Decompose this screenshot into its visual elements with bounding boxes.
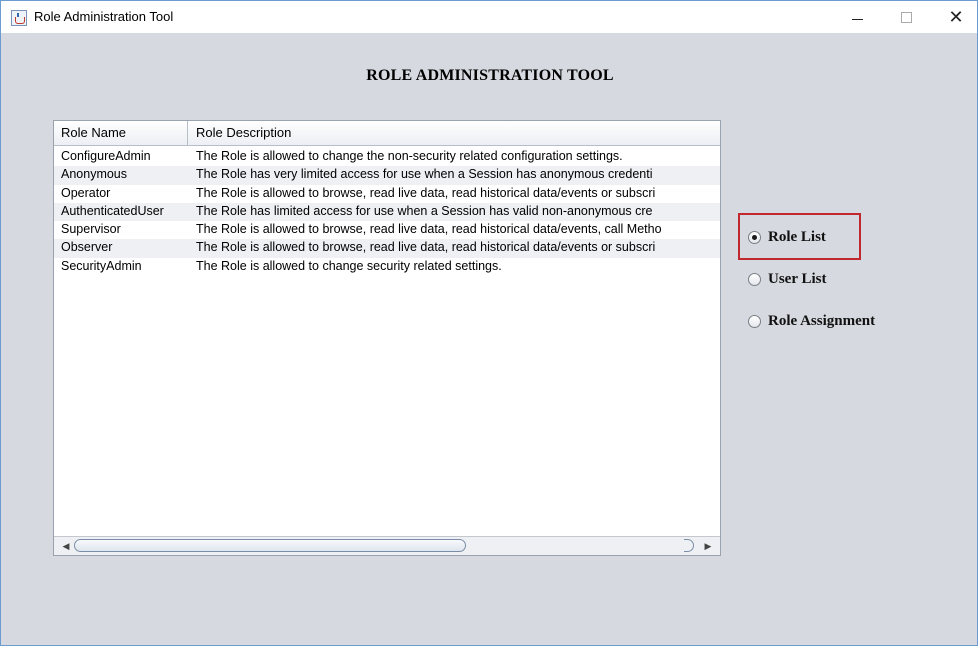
role-name-cell: Supervisor xyxy=(61,222,121,237)
minimize-button[interactable] xyxy=(835,1,881,33)
scrollbar-thumb[interactable] xyxy=(74,539,466,552)
role-name-cell: Anonymous xyxy=(61,167,128,182)
role-name-cell: AuthenticatedUser xyxy=(61,203,164,218)
role-name-cell: Observer xyxy=(61,240,113,255)
role-name-cell: Operator xyxy=(61,185,111,200)
close-button[interactable]: ✕ xyxy=(933,1,978,33)
role-name-cell: ConfigureAdmin xyxy=(61,149,151,163)
scrollbar-track-end xyxy=(684,539,694,552)
role-description-cell: The Role is allowed to browse, read live… xyxy=(196,222,662,237)
radio-button-icon[interactable] xyxy=(748,231,761,244)
role-description-cell: The Role is allowed to change security r… xyxy=(196,258,502,273)
radio-label[interactable]: Role List xyxy=(768,229,826,246)
radio-label[interactable]: User List xyxy=(768,271,826,288)
role-description-cell: The Role has limited access for use when… xyxy=(196,203,653,218)
table-header: Role Name Role Description xyxy=(54,121,720,146)
table-body: ConfigureAdmin The Role is allowed to ch… xyxy=(54,148,720,538)
radio-button-icon[interactable] xyxy=(748,315,761,328)
page-title: ROLE ADMINISTRATION TOOL xyxy=(366,67,614,84)
radio-selected-dot-icon xyxy=(752,235,757,240)
table-row[interactable]: Supervisor The Role is allowed to browse… xyxy=(54,221,720,239)
role-description-cell: The Role is allowed to browse, read live… xyxy=(196,240,656,255)
scroll-right-arrow-icon[interactable]: ▶ xyxy=(700,540,716,552)
table-row[interactable]: ConfigureAdmin The Role is allowed to ch… xyxy=(54,148,720,166)
role-description-cell: The Role is allowed to browse, read live… xyxy=(196,185,656,200)
horizontal-scrollbar[interactable]: ◀ ▶ xyxy=(54,536,720,555)
radio-button-icon[interactable] xyxy=(748,273,761,286)
role-table: Role Name Role Description ConfigureAdmi… xyxy=(53,120,721,556)
role-name-cell: SecurityAdmin xyxy=(61,258,142,273)
role-description-cell: The Role is allowed to change the non-se… xyxy=(196,149,623,163)
window-title: Role Administration Tool xyxy=(34,9,174,24)
radio-label[interactable]: Role Assignment xyxy=(768,313,875,330)
table-row[interactable]: SecurityAdmin The Role is allowed to cha… xyxy=(54,258,720,276)
table-row[interactable]: Anonymous The Role has very limited acce… xyxy=(54,166,720,185)
java-app-icon xyxy=(11,10,27,26)
table-row[interactable]: Operator The Role is allowed to browse, … xyxy=(54,185,720,203)
scroll-left-arrow-icon[interactable]: ◀ xyxy=(58,540,74,552)
title-bar[interactable]: Role Administration Tool ✕ xyxy=(1,1,977,33)
role-description-cell: The Role has very limited access for use… xyxy=(196,167,653,182)
table-row[interactable]: AuthenticatedUser The Role has limited a… xyxy=(54,202,720,222)
app-window: Role Administration Tool ✕ ROLE ADMINIST… xyxy=(0,0,978,646)
column-header-role-name[interactable]: Role Name xyxy=(61,125,126,140)
column-header-role-description[interactable]: Role Description xyxy=(196,125,291,140)
column-divider[interactable] xyxy=(187,121,188,145)
maximize-button[interactable] xyxy=(883,1,929,33)
table-row[interactable]: Observer The Role is allowed to browse, … xyxy=(54,239,720,258)
